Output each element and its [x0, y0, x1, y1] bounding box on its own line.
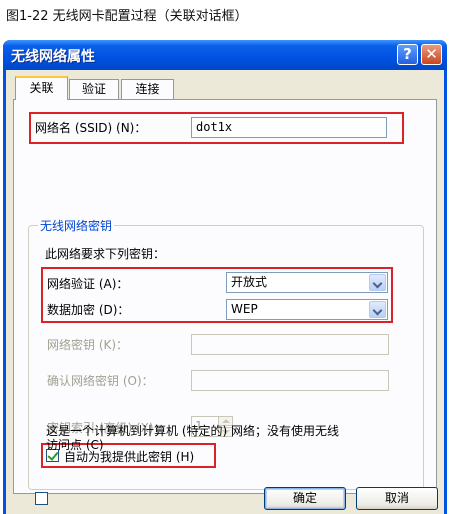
- adhoc-label-line1[interactable]: 这是一个计算机到计算机 (特定的) 网络；没有使用无线: [46, 424, 339, 438]
- network-key-label: 网络密钥 (K)：: [47, 338, 129, 352]
- data-encryption-label: 数据加密 (D)：: [47, 303, 130, 317]
- confirm-key-input[interactable]: [191, 370, 389, 391]
- ssid-input[interactable]: dot1x: [191, 117, 387, 138]
- tab-connection[interactable]: 连接: [121, 79, 174, 99]
- tab-authentication[interactable]: 验证: [69, 79, 119, 99]
- ssid-label: 网络名 (SSID) (N)：: [35, 121, 147, 135]
- title-bar[interactable]: 无线网络属性 ? ✕: [3, 40, 447, 70]
- close-button[interactable]: ✕: [421, 44, 442, 65]
- adhoc-checkbox[interactable]: [35, 492, 48, 505]
- data-encryption-value: WEP: [231, 302, 258, 316]
- tab-association[interactable]: 关联: [15, 76, 68, 100]
- chevron-down-icon[interactable]: [369, 301, 386, 318]
- window-title: 无线网络属性: [11, 49, 95, 65]
- adhoc-label-line2[interactable]: 访问点 (C): [46, 438, 104, 452]
- help-button[interactable]: ?: [397, 44, 418, 65]
- network-auth-label: 网络验证 (A)：: [47, 277, 129, 291]
- wireless-key-group-title: 无线网络密钥: [38, 217, 115, 234]
- key-requirement-text: 此网络要求下列密钥：: [45, 247, 166, 261]
- network-auth-select[interactable]: 开放式: [226, 272, 388, 293]
- chevron-down-icon[interactable]: [369, 274, 386, 291]
- network-key-input[interactable]: [191, 334, 389, 355]
- ok-button[interactable]: 确定: [264, 487, 346, 510]
- data-encryption-select[interactable]: WEP: [226, 299, 388, 320]
- confirm-key-label: 确认网络密钥 (O)：: [47, 374, 154, 388]
- figure-caption: 图1-22 无线网卡配置过程（关联对话框）: [6, 9, 248, 24]
- network-auth-value: 开放式: [231, 275, 268, 289]
- cancel-button[interactable]: 取消: [356, 487, 438, 510]
